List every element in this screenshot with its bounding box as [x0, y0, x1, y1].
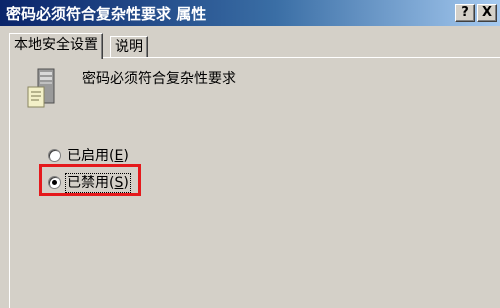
enabled-radio[interactable]	[48, 148, 61, 162]
close-button[interactable]: X	[477, 4, 497, 22]
policy-server-icon	[27, 68, 55, 108]
annotation-highlight-box	[39, 164, 141, 196]
tab-explain[interactable]: 说明	[110, 36, 148, 57]
enabled-label: 已启用(E)	[67, 148, 129, 164]
window-title: 密码必须符合复杂性要求 属性	[6, 5, 207, 23]
tab-local-security-setting[interactable]: 本地安全设置	[9, 33, 103, 59]
policy-name: 密码必须符合复杂性要求	[82, 71, 236, 87]
help-button[interactable]: ?	[455, 4, 475, 22]
title-bar[interactable]: 密码必须符合复杂性要求 属性 ? X	[0, 0, 500, 26]
enabled-option[interactable]: 已启用(E)	[48, 145, 129, 165]
